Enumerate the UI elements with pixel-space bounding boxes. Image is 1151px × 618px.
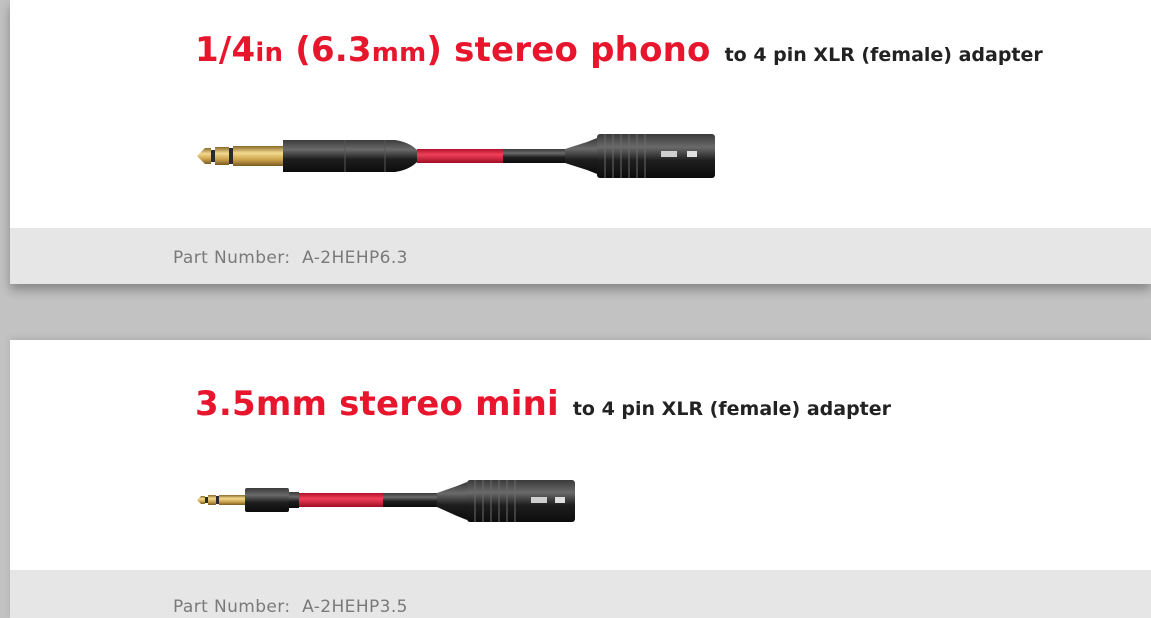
title-unit-in: in [255,38,284,68]
product-title-main: 1/4in (6.3mm) stereo phono [195,30,711,70]
product-title: 3.5mm stereo mini to 4 pin XLR (female) a… [195,384,891,424]
product-title: 1/4in (6.3mm) stereo phono to 4 pin XLR (… [195,30,1043,70]
product-card-quarter-inch: 1/4in (6.3mm) stereo phono to 4 pin XLR (… [10,0,1151,284]
title-metric: (6.3 [283,30,372,70]
product-subtitle: to 4 pin XLR (female) adapter [572,398,892,420]
part-number-label: Part Number: [173,248,291,268]
product-subtitle: to 4 pin XLR (female) adapter [724,44,1043,66]
product-title-main: 3.5mm stereo mini [195,384,559,424]
part-number-line: Part Number: A-2HEHP3.5 [173,597,408,617]
title-plug-type: ) stereo phono [426,30,711,70]
title-unit-mm: mm [371,38,427,68]
product-footer: Part Number: A-2HEHP6.3 [10,228,1151,284]
title-fraction: 1/4 [195,30,256,70]
part-number-value: A-2HEHP3.5 [302,597,408,617]
part-number-label: Part Number: [173,597,291,617]
product-card-mini-jack: 3.5mm stereo mini to 4 pin XLR (female) a… [10,340,1151,618]
product-footer: Part Number: A-2HEHP3.5 [10,570,1151,618]
mini-jack-to-xlr-cable-icon [195,478,595,530]
part-number-value: A-2HEHP6.3 [302,248,408,268]
part-number-line: Part Number: A-2HEHP6.3 [173,248,408,268]
quarter-inch-trs-to-xlr-cable-icon [195,128,715,188]
